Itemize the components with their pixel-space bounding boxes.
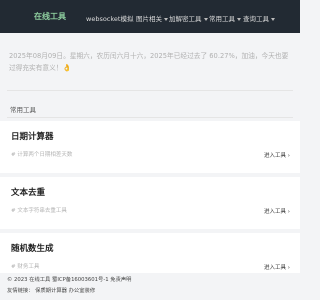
chevron-down-icon (164, 17, 168, 21)
tool-card-date-calculator[interactable]: 日期计算器 # 计算两个日期相差天数 进入工具 › (0, 121, 300, 173)
nav-item-common[interactable]: 常用工具 (209, 13, 241, 23)
site-logo[interactable]: 在线工具 (34, 11, 66, 22)
footer-copyright: © 2023 在线工具 蜀ICP备16003601号-1 免责声明 (7, 277, 132, 283)
nav-item-label: 常用工具 (209, 15, 235, 23)
top-navbar: 在线工具 websocket模拟 图片相关 加解密工具 常用工具 查询工具 (0, 0, 300, 33)
daily-notice: 2025年08月09日。星期六，农历闰六月十六，2025年已经过去了 60.27… (0, 40, 300, 84)
tool-desc: # 文本字符串去重工具 (11, 208, 67, 214)
nav-item-websocket[interactable]: websocket模拟 (86, 13, 133, 23)
nav-item-label: websocket模拟 (86, 15, 134, 23)
section-label: 常用工具 (10, 106, 36, 114)
chevron-down-icon (203, 17, 208, 21)
tool-desc: # 财务工具 (11, 264, 40, 270)
nav-item-label: 查询工具 (243, 15, 269, 23)
chevron-down-icon (271, 17, 275, 21)
nav-item-label: 加解密工具 (169, 15, 202, 23)
notice-text-wrap: 2025年08月09日。星期六，农历闰六月十六，2025年已经过去了 60.27… (9, 50, 291, 74)
chevron-down-icon (237, 17, 241, 21)
nav-item-crypto[interactable]: 加解密工具 (169, 13, 208, 23)
ok-hand-icon: 👌 (62, 64, 72, 72)
tool-title: 文本去重 (11, 188, 46, 198)
footer-friend-links[interactable]: 友情链接： 保质期计算器 办公室装修 (7, 286, 95, 294)
enter-tool-link[interactable]: 进入工具 › (264, 207, 290, 215)
tool-title: 日期计算器 (11, 132, 54, 142)
divider (7, 90, 293, 91)
nav-item-image[interactable]: 图片相关 (136, 13, 168, 23)
enter-tool-link[interactable]: 进入工具 › (264, 151, 290, 159)
enter-tool-link[interactable]: 进入工具 › (264, 263, 290, 271)
divider (7, 117, 293, 118)
tool-desc: # 计算两个日期相差天数 (11, 152, 73, 158)
footer: © 2023 在线工具 蜀ICP备16003601号-1 免责声明 友情链接： … (0, 273, 300, 300)
nav-item-query[interactable]: 查询工具 (243, 13, 275, 23)
tool-card-text-dedup[interactable]: 文本去重 # 文本字符串去重工具 进入工具 › (0, 177, 300, 229)
nav-item-label: 图片相关 (136, 15, 162, 23)
tool-title: 随机数生成 (11, 244, 54, 254)
notice-text: 2025年08月09日。星期六，农历闰六月十六，2025年已经过去了 60.27… (9, 52, 289, 72)
tool-card-random-number[interactable]: 随机数生成 # 财务工具 进入工具 › (0, 233, 300, 273)
